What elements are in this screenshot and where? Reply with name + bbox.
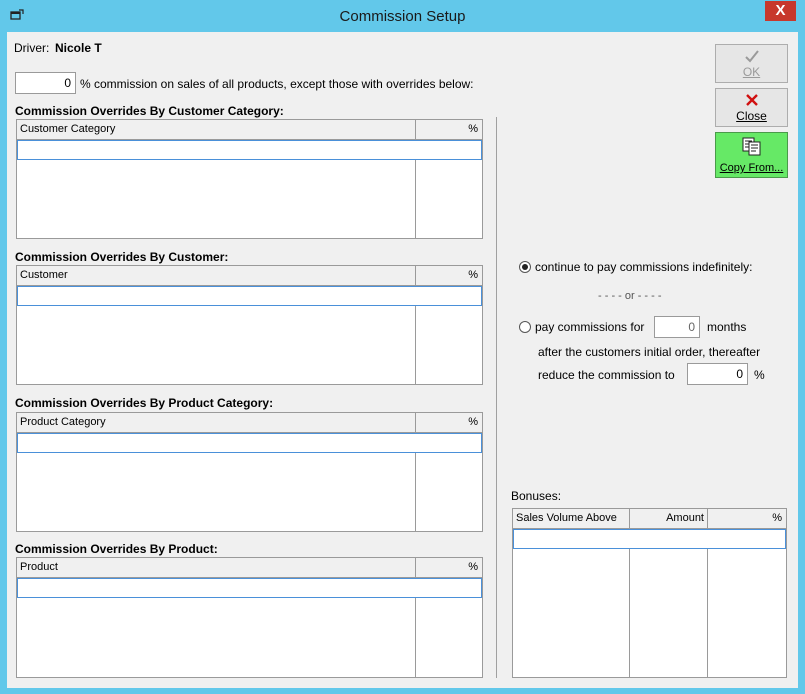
radio-indefinitely-label[interactable]: continue to pay commissions indefinitely… [535,260,752,274]
red-x-icon [746,94,758,106]
bonuses-label: Bonuses: [511,489,562,503]
column-header-customer[interactable]: Customer [17,266,415,285]
copy-documents-icon [742,137,761,156]
column-header-customer-category[interactable]: Customer Category [17,120,415,139]
grid-row[interactable] [17,286,482,306]
section-title-customer: Commission Overrides By Customer: [15,250,229,264]
grid-row[interactable] [17,140,482,160]
radio-months[interactable] [519,321,531,333]
column-header-percent[interactable]: % [415,558,481,577]
base-commission-input[interactable]: 0 [15,72,76,94]
product-category-grid[interactable]: Product Category % [16,412,483,532]
column-header-product-category[interactable]: Product Category [17,413,415,432]
column-header-percent[interactable]: % [415,266,481,285]
months-input[interactable]: 0 [654,316,700,338]
window-close-button[interactable]: X [765,1,796,21]
grid-header: Customer Category % [17,120,482,140]
dialog-body: Driver: Nicole T 0 % commission on sales… [7,32,798,688]
column-header-sales-volume[interactable]: Sales Volume Above [513,509,629,528]
customer-grid[interactable]: Customer % [16,265,483,385]
base-commission-text: % commission on sales of all products, e… [80,77,474,91]
grid-header: Product Category % [17,413,482,433]
copy-from-button[interactable]: Copy From... [715,132,788,178]
section-title-product-category: Commission Overrides By Product Category… [15,396,274,410]
customer-category-grid[interactable]: Customer Category % [16,119,483,239]
section-title-product: Commission Overrides By Product: [15,542,218,556]
grid-header: Customer % [17,266,482,286]
ok-button[interactable]: OK [715,44,788,83]
reduce-commission-text: reduce the commission to [538,368,675,382]
grid-row[interactable] [17,578,482,598]
ok-label: OK [742,65,761,79]
checkmark-icon [745,50,759,63]
window-title: Commission Setup [339,8,466,25]
reduce-percent-label: % [754,368,765,382]
reduce-percent-input[interactable]: 0 [687,363,748,385]
grid-header: Product % [17,558,482,578]
copy-from-label: Copy From... [719,162,784,174]
close-button[interactable]: Close [715,88,788,127]
section-title-customer-category: Commission Overrides By Customer Categor… [15,104,284,118]
grid-row[interactable] [513,529,786,549]
column-header-percent[interactable]: % [415,120,481,139]
radio-indefinitely[interactable] [519,261,531,273]
months-label: months [707,320,747,334]
column-header-product[interactable]: Product [17,558,415,577]
divider [496,117,497,678]
after-initial-order-text: after the customers initial order, there… [538,345,761,359]
bonuses-grid[interactable]: Sales Volume Above Amount % [512,508,787,678]
grid-header: Sales Volume Above Amount % [513,509,786,529]
product-grid[interactable]: Product % [16,557,483,678]
close-label: Close [736,109,767,123]
column-header-percent[interactable]: % [707,509,785,528]
or-separator: - - - - or - - - - [598,290,662,302]
grid-row[interactable] [17,433,482,453]
column-header-amount[interactable]: Amount [629,509,707,528]
column-header-percent[interactable]: % [415,413,481,432]
driver-label: Driver: [14,41,50,55]
driver-name: Nicole T [55,41,102,55]
radio-months-label[interactable]: pay commissions for [535,320,644,334]
